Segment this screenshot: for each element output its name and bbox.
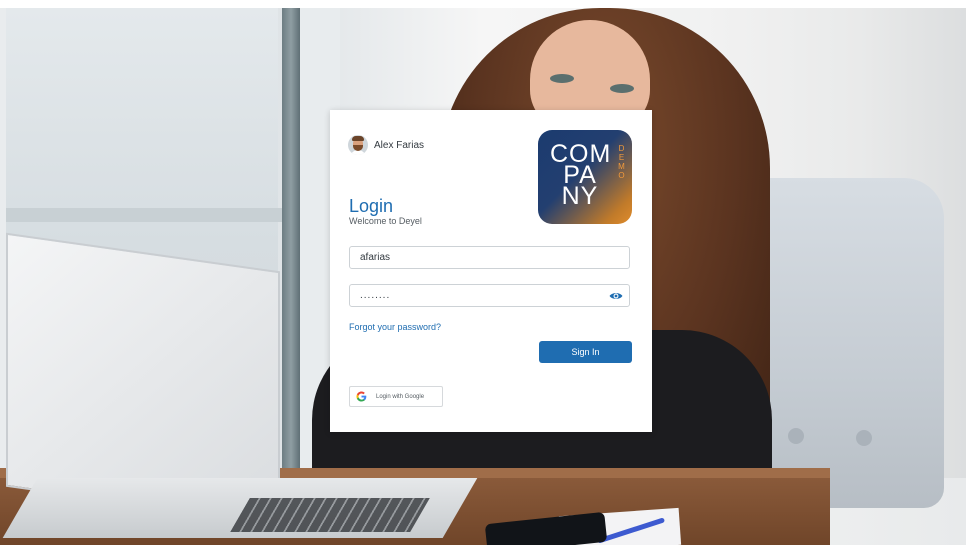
password-field-wrapper (349, 284, 630, 307)
woman-eye (550, 74, 574, 83)
logo-demo-tag: DEMO (618, 144, 626, 180)
logo-line-3: NY (561, 182, 599, 210)
laptop-keyboard (230, 498, 430, 532)
username-field-wrapper (349, 246, 630, 269)
avatar (348, 135, 368, 155)
company-logo: COM PA NY DEMO (538, 130, 632, 224)
pillar (282, 8, 300, 478)
top-border (0, 0, 966, 8)
user-info: Alex Farias (348, 134, 424, 156)
sign-in-button[interactable]: Sign In (539, 341, 632, 363)
page-title: Login (349, 196, 394, 216)
google-login-label: Login with Google (376, 393, 425, 400)
chair-button (856, 430, 872, 446)
google-icon (356, 391, 367, 402)
page-subtitle: Welcome to Deyel (349, 216, 422, 226)
eye-icon[interactable] (609, 290, 623, 302)
woman-eye (610, 84, 634, 93)
google-login-button[interactable]: Login with Google (349, 386, 443, 407)
chair-button (788, 428, 804, 444)
logo-wordmark: COM PA NY (550, 142, 610, 210)
user-name: Alex Farias (374, 139, 425, 151)
username-input[interactable] (350, 247, 629, 268)
window-bar (6, 208, 286, 222)
login-card: Alex Farias COM PA NY DEMO Login Welcome… (330, 110, 652, 432)
bottom-border (0, 545, 966, 549)
password-input[interactable] (350, 285, 629, 306)
forgot-password-link[interactable]: Forgot your password? (349, 322, 441, 332)
